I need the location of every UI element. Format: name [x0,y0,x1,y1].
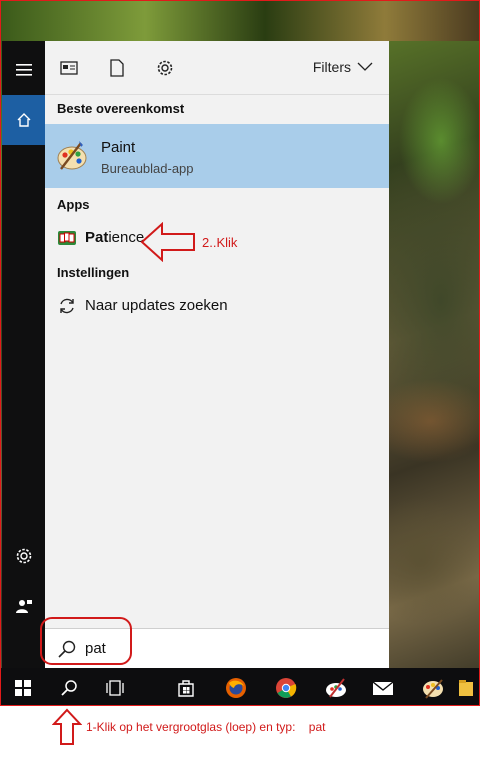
documents-view-button[interactable] [57,56,81,80]
search-results-panel: Filters Beste overeenkomst Paint Bureaub… [45,41,389,628]
firefox-taskbar-button[interactable] [214,668,258,705]
best-match-result-paint[interactable]: Paint Bureaublad-app [45,124,389,188]
panel-toolbar: Filters [45,41,389,95]
start-button[interactable] [1,668,45,705]
label-rest: ience [108,229,145,246]
home-button[interactable] [2,95,45,145]
best-match-name: Paint [101,139,136,156]
settings-button[interactable] [2,531,45,581]
hamburger-menu-button[interactable] [2,45,45,95]
task-view-icon [106,679,124,696]
firefox-icon [226,677,246,698]
paint-palette-icon [423,678,443,699]
chevron-down-icon [357,62,373,71]
file-explorer-taskbar-button[interactable] [459,668,479,705]
refresh-icon [60,298,74,314]
document-icon [110,59,124,77]
paint-taskbar-button[interactable] [314,668,358,705]
taskbar-search-button[interactable] [47,668,91,705]
match-highlight: Pat [85,229,109,246]
patience-cards-icon [58,231,76,245]
paint-app-icon [57,141,87,170]
task-view-button[interactable] [93,668,137,705]
palette-taskbar-button[interactable] [411,668,455,705]
documents-filter-button[interactable] [105,56,129,80]
settings-heading: Instellingen [57,265,130,280]
best-match-heading: Beste overeenkomst [57,101,185,116]
home-icon [17,113,30,127]
annotation-step-2: 2..Klik [202,235,238,250]
store-taskbar-button[interactable] [164,668,208,705]
start-left-rail [2,41,45,668]
annotation-arrow-search [52,708,82,745]
annotation-arrow-klik [140,222,195,262]
wallpaper-top-strip [1,1,479,41]
settings-result-updates[interactable]: Naar updates zoeken [45,290,389,322]
search-icon [61,679,77,696]
user-feedback-icon [15,600,32,613]
chrome-taskbar-button[interactable] [264,668,308,705]
best-match-type: Bureaublad-app [101,161,194,176]
desktop-screen: Filters Beste overeenkomst Paint Bureaub… [0,0,480,706]
hamburger-menu-icon [15,64,32,76]
taskbar [1,668,479,705]
annotation-step-1: 1-Klik op het vergrootglas (loep) en typ… [86,720,326,734]
apps-heading: Apps [57,197,90,212]
chrome-icon [276,677,297,698]
settings-gear-icon [16,548,31,564]
annotation-search-highlight [40,617,132,665]
mail-icon [372,680,394,695]
paint-app-icon [326,677,346,698]
settings-result-label: Naar updates zoeken [85,297,228,314]
store-icon [178,679,194,697]
documents-view-icon [60,61,78,75]
windows-start-icon [15,679,31,696]
app-result-label: Patience [85,229,144,246]
file-explorer-icon [459,679,473,696]
filters-dropdown[interactable]: Filters [313,59,373,75]
mail-taskbar-button[interactable] [361,668,405,705]
filters-label: Filters [312,59,351,75]
feedback-button[interactable] [2,581,45,631]
settings-filter-button[interactable] [153,56,177,80]
settings-gear-icon [157,60,173,76]
